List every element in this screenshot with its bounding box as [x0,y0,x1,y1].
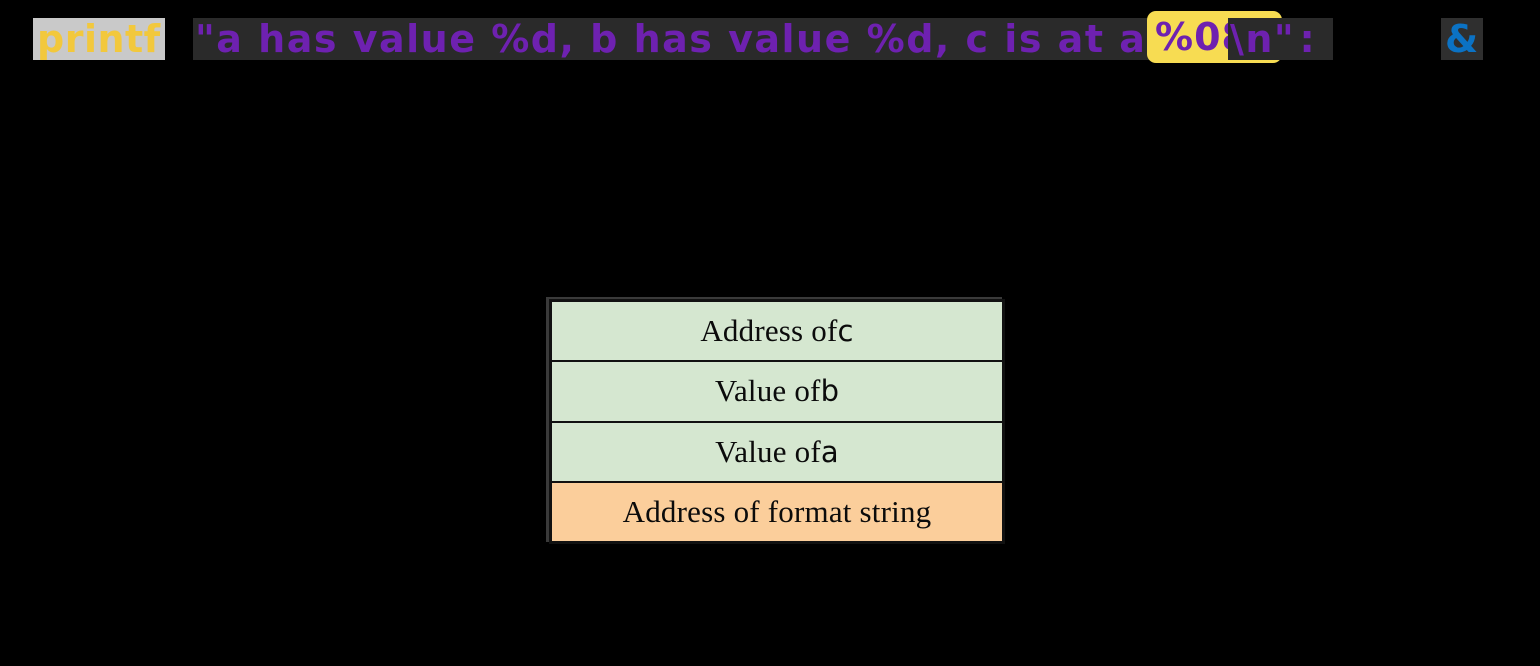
code-line: printf "a has value %d, b has value %d, … [0,0,1540,80]
ampersand-operator-token: & [1441,18,1483,60]
stack-row-address-of-c: Address of c [552,302,1002,363]
stack-row-variable: a [820,434,839,469]
stack-row-variable: b [820,374,840,409]
stack-row-label: Address of format string [622,493,932,529]
stack-row-address-of-format-string: Address of format string [552,482,1002,541]
stack-frame: Address of c Value of b Value of a Addre… [549,299,1005,544]
stack-row-value-of-b: Value of b [552,362,1002,423]
stack-row-label: Value of [715,433,821,469]
format-string-suffix-token: \n" [1228,17,1298,61]
printf-function-token: printf [33,18,165,60]
stack-row-variable: c [837,314,854,349]
stack-row-value-of-a: Value of a [552,422,1002,483]
stack-row-label: Address of [700,313,838,349]
stack-row-label: Value of [714,373,821,409]
